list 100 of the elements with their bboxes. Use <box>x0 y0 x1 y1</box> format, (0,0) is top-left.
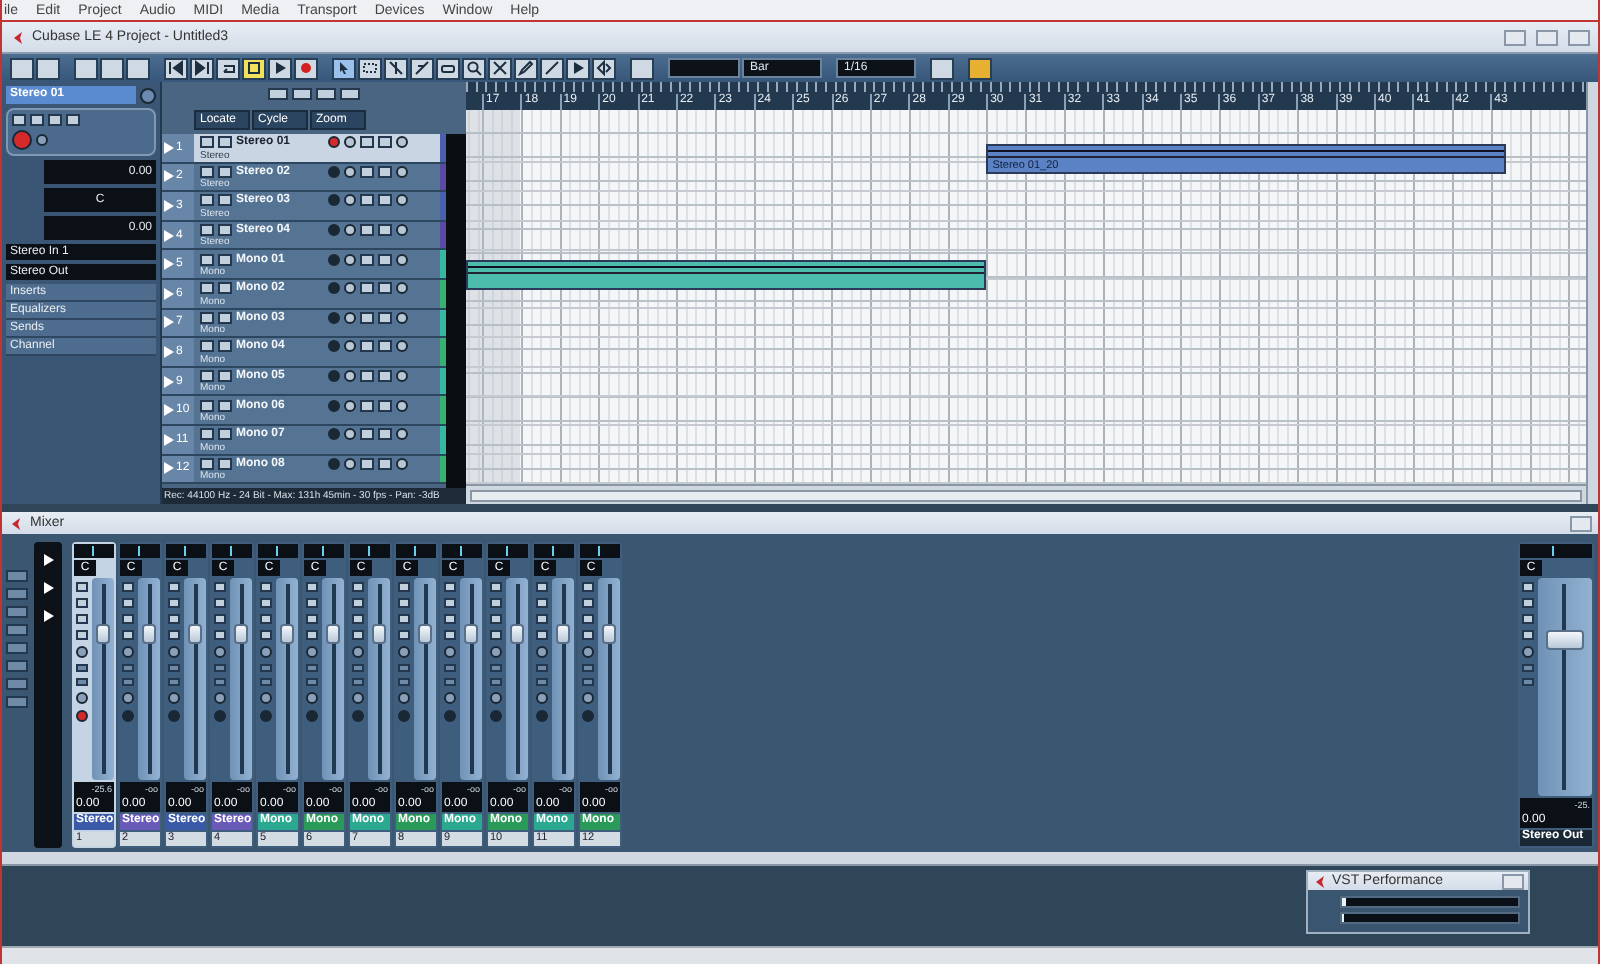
read-button[interactable] <box>360 340 374 353</box>
fader-handle[interactable] <box>233 624 249 645</box>
eq-button[interactable] <box>352 678 364 686</box>
write-button[interactable] <box>378 370 392 383</box>
fader-handle[interactable] <box>509 624 525 645</box>
mute-button[interactable] <box>490 582 502 592</box>
snap-grid-dropdown[interactable] <box>668 58 740 78</box>
solo-button[interactable] <box>76 598 88 608</box>
eq-button[interactable] <box>398 678 410 686</box>
monitor-button[interactable] <box>306 692 318 704</box>
monitor-button[interactable] <box>168 692 180 704</box>
solo-button[interactable] <box>218 457 232 470</box>
write-button[interactable] <box>378 311 392 324</box>
solo-button[interactable] <box>218 194 232 207</box>
eq-button[interactable] <box>122 678 134 686</box>
insert-button[interactable] <box>306 664 318 672</box>
solo-button[interactable] <box>582 598 594 608</box>
monitor-button[interactable] <box>344 311 356 324</box>
monitor-button[interactable] <box>214 692 226 704</box>
mute-button[interactable] <box>214 582 226 592</box>
read-button[interactable] <box>360 224 374 237</box>
edit-button[interactable] <box>352 646 364 658</box>
solo-button[interactable] <box>218 136 232 149</box>
mute-button[interactable] <box>200 399 214 412</box>
read-button[interactable] <box>360 457 374 470</box>
edit-button[interactable] <box>396 136 408 149</box>
write-button[interactable] <box>582 630 594 640</box>
toolbar-button[interactable] <box>100 57 124 79</box>
edit-button[interactable] <box>1522 646 1534 658</box>
glue-tool-button[interactable] <box>410 57 434 79</box>
fader-handle[interactable] <box>463 624 479 645</box>
line-tool-button[interactable] <box>540 57 564 79</box>
edit-button[interactable] <box>396 370 408 383</box>
insert-button[interactable] <box>260 664 272 672</box>
solo-button[interactable] <box>306 598 318 608</box>
view-button[interactable] <box>6 678 28 690</box>
monitor-button[interactable] <box>344 194 356 207</box>
mute-button[interactable] <box>200 253 214 266</box>
mute-button[interactable] <box>200 370 214 383</box>
mute-button[interactable] <box>200 282 214 295</box>
edit-button[interactable] <box>76 646 88 658</box>
solo-button[interactable] <box>218 224 232 237</box>
play-button[interactable] <box>268 57 292 79</box>
monitor-button[interactable] <box>344 282 356 295</box>
eq-button[interactable] <box>260 678 272 686</box>
read-button[interactable] <box>444 614 456 624</box>
edit-button[interactable] <box>396 428 408 441</box>
read-button[interactable] <box>360 165 374 178</box>
read-button[interactable] <box>122 614 134 624</box>
read-button[interactable] <box>360 136 374 149</box>
monitor-button[interactable] <box>344 253 356 266</box>
write-button[interactable] <box>260 630 272 640</box>
monitor-button[interactable] <box>344 340 356 353</box>
solo-button[interactable] <box>352 598 364 608</box>
play-tool-button[interactable] <box>566 57 590 79</box>
audio-event[interactable] <box>466 260 987 291</box>
fader-handle[interactable] <box>141 624 157 645</box>
monitor-button[interactable] <box>344 224 356 237</box>
mute-button[interactable] <box>536 582 548 592</box>
view-button[interactable] <box>6 660 28 672</box>
solo-button[interactable] <box>1522 598 1534 608</box>
view-button[interactable] <box>6 570 28 582</box>
eq-button[interactable] <box>1522 678 1534 686</box>
monitor-button[interactable] <box>344 399 356 412</box>
write-button[interactable] <box>444 630 456 640</box>
split-tool-button[interactable] <box>384 57 408 79</box>
write-button[interactable] <box>378 282 392 295</box>
write-button[interactable] <box>378 428 392 441</box>
write-button[interactable] <box>490 630 502 640</box>
insert-button[interactable] <box>536 664 548 672</box>
stop-button[interactable] <box>242 57 266 79</box>
edit-button[interactable] <box>396 340 408 353</box>
mute-button[interactable] <box>200 457 214 470</box>
monitor-button[interactable] <box>444 692 456 704</box>
record-enable-button[interactable] <box>328 136 340 149</box>
fader-handle[interactable] <box>279 624 295 645</box>
mute-button[interactable] <box>582 582 594 592</box>
read-button[interactable] <box>1522 614 1534 624</box>
mute-button[interactable] <box>200 194 214 207</box>
record-button[interactable] <box>294 57 318 79</box>
mute-button[interactable] <box>76 582 88 592</box>
toolbar-button[interactable] <box>74 57 98 79</box>
write-button[interactable] <box>214 630 226 640</box>
mute-button[interactable] <box>260 582 272 592</box>
monitor-button[interactable] <box>398 692 410 704</box>
zoom-tool-button[interactable] <box>462 57 486 79</box>
read-button[interactable] <box>360 194 374 207</box>
read-button[interactable] <box>48 114 62 126</box>
solo-button[interactable] <box>490 598 502 608</box>
write-button[interactable] <box>378 194 392 207</box>
mute-button[interactable] <box>122 582 134 592</box>
write-button[interactable] <box>536 630 548 640</box>
fader-handle[interactable] <box>325 624 341 645</box>
toolbar-button[interactable] <box>36 57 60 79</box>
write-button[interactable] <box>378 165 392 178</box>
write-button[interactable] <box>378 253 392 266</box>
edit-button[interactable] <box>306 646 318 658</box>
read-button[interactable] <box>360 282 374 295</box>
read-button[interactable] <box>360 370 374 383</box>
solo-button[interactable] <box>218 370 232 383</box>
